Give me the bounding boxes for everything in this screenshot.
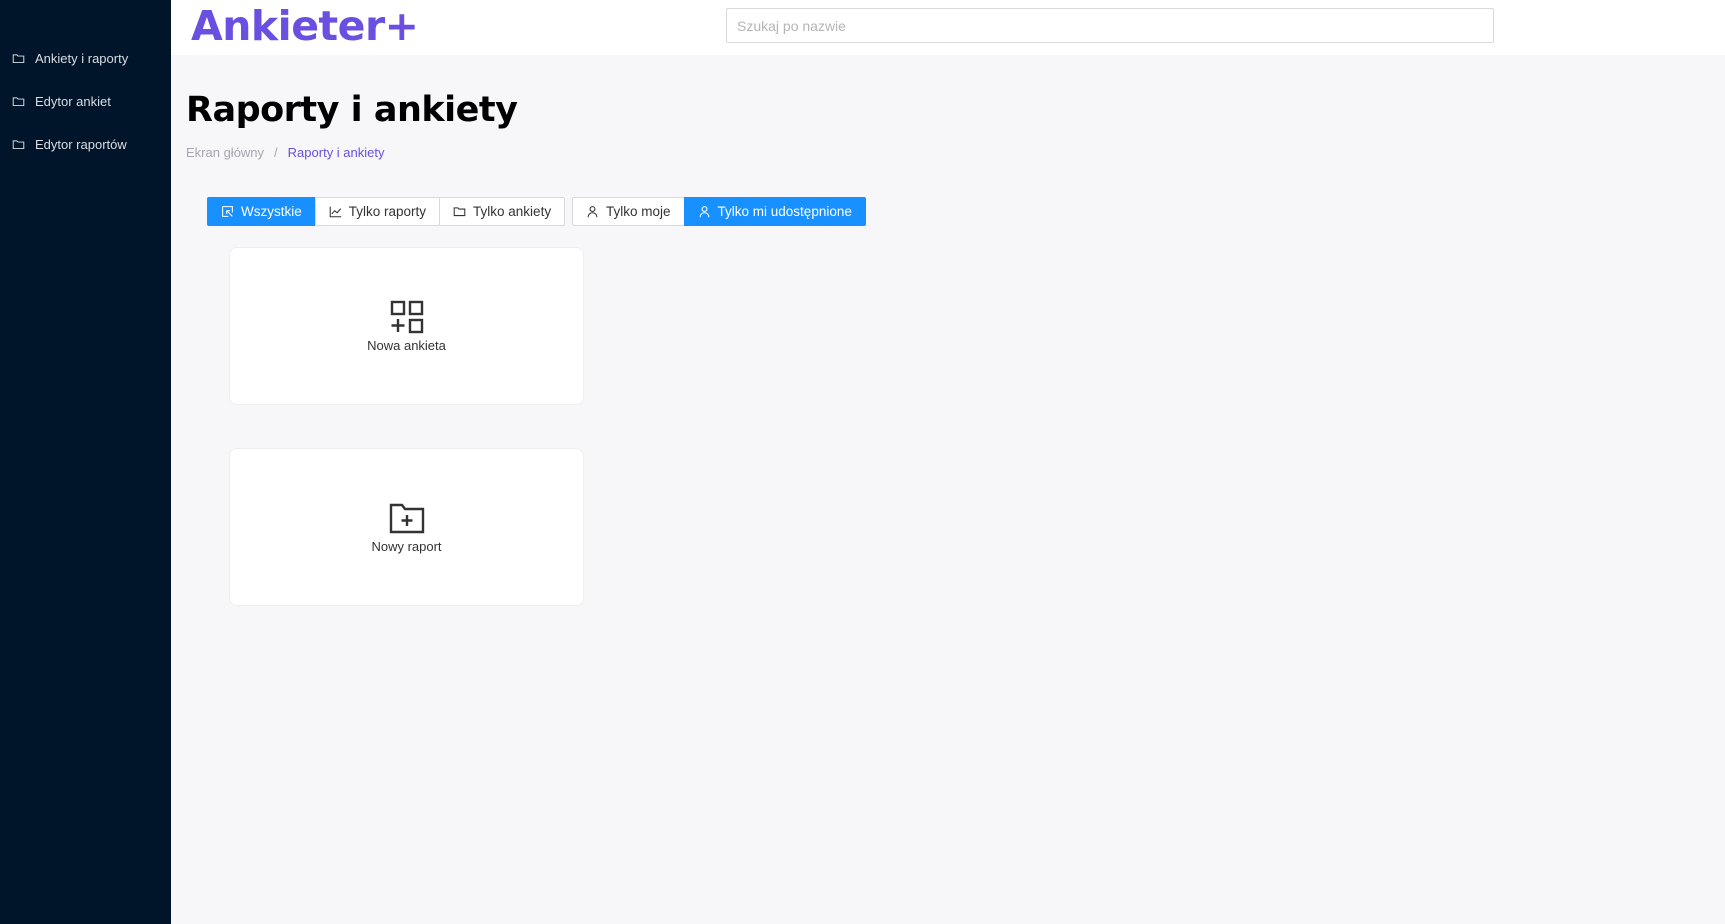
new-survey-label: Nowa ankieta [367,338,446,353]
owner-filter-group: Tylko moje Tylko mi udostępnione [572,197,866,226]
filter-reports-label: Tylko raporty [348,204,427,219]
filter-all-button[interactable]: Wszystkie [207,197,316,226]
sidebar-item-edytor-ankiet[interactable]: Edytor ankiet [12,91,111,111]
sidebar: Ankiety i raporty Edytor ankiet Edytor r… [0,0,171,924]
new-report-card[interactable]: Nowy raport [229,448,584,606]
filter-all-label: Wszystkie [241,204,302,219]
app-logo[interactable]: Ankieter+ [191,2,419,50]
add-grid-icon [390,300,423,334]
filter-mine-button[interactable]: Tylko moje [572,197,685,226]
folder-icon [12,53,25,63]
filter-shared-label: Tylko mi udostępnione [717,204,852,219]
sidebar-item-label: Edytor ankiet [35,93,111,109]
user-icon [699,206,710,218]
breadcrumb: Ekran główny / Raporty i ankiety [186,143,385,161]
filter-shared-button[interactable]: Tylko mi udostępnione [683,197,866,226]
sidebar-item-label: Edytor raportów [35,136,127,152]
folder-add-icon [389,503,424,534]
sidebar-item-edytor-raportow[interactable]: Edytor raportów [12,134,127,154]
new-report-label: Nowy raport [371,539,442,554]
line-chart-icon [329,206,341,218]
folder-icon [12,139,25,149]
sidebar-item-ankiety-i-raporty[interactable]: Ankiety i raporty [12,48,128,68]
sidebar-item-label: Ankiety i raporty [35,50,129,66]
select-icon [222,206,233,217]
filter-mine-label: Tylko moje [606,204,671,219]
search-input[interactable] [726,8,1494,43]
filter-surveys-label: Tylko ankiety [473,204,552,219]
user-icon [587,206,598,218]
breadcrumb-current: Raporty i ankiety [287,144,385,160]
type-filter-group: Wszystkie Tylko raporty Tylko ankiety [207,197,566,226]
folder-icon [12,96,25,106]
breadcrumb-home-link[interactable]: Ekran główny [186,145,264,160]
filter-reports-button[interactable]: Tylko raporty [314,197,441,226]
new-survey-card[interactable]: Nowa ankieta [229,247,584,405]
filter-surveys-button[interactable]: Tylko ankiety [439,197,566,226]
page-title: Raporty i ankiety [186,90,518,130]
folder-icon [453,207,466,217]
breadcrumb-separator: / [274,144,278,160]
